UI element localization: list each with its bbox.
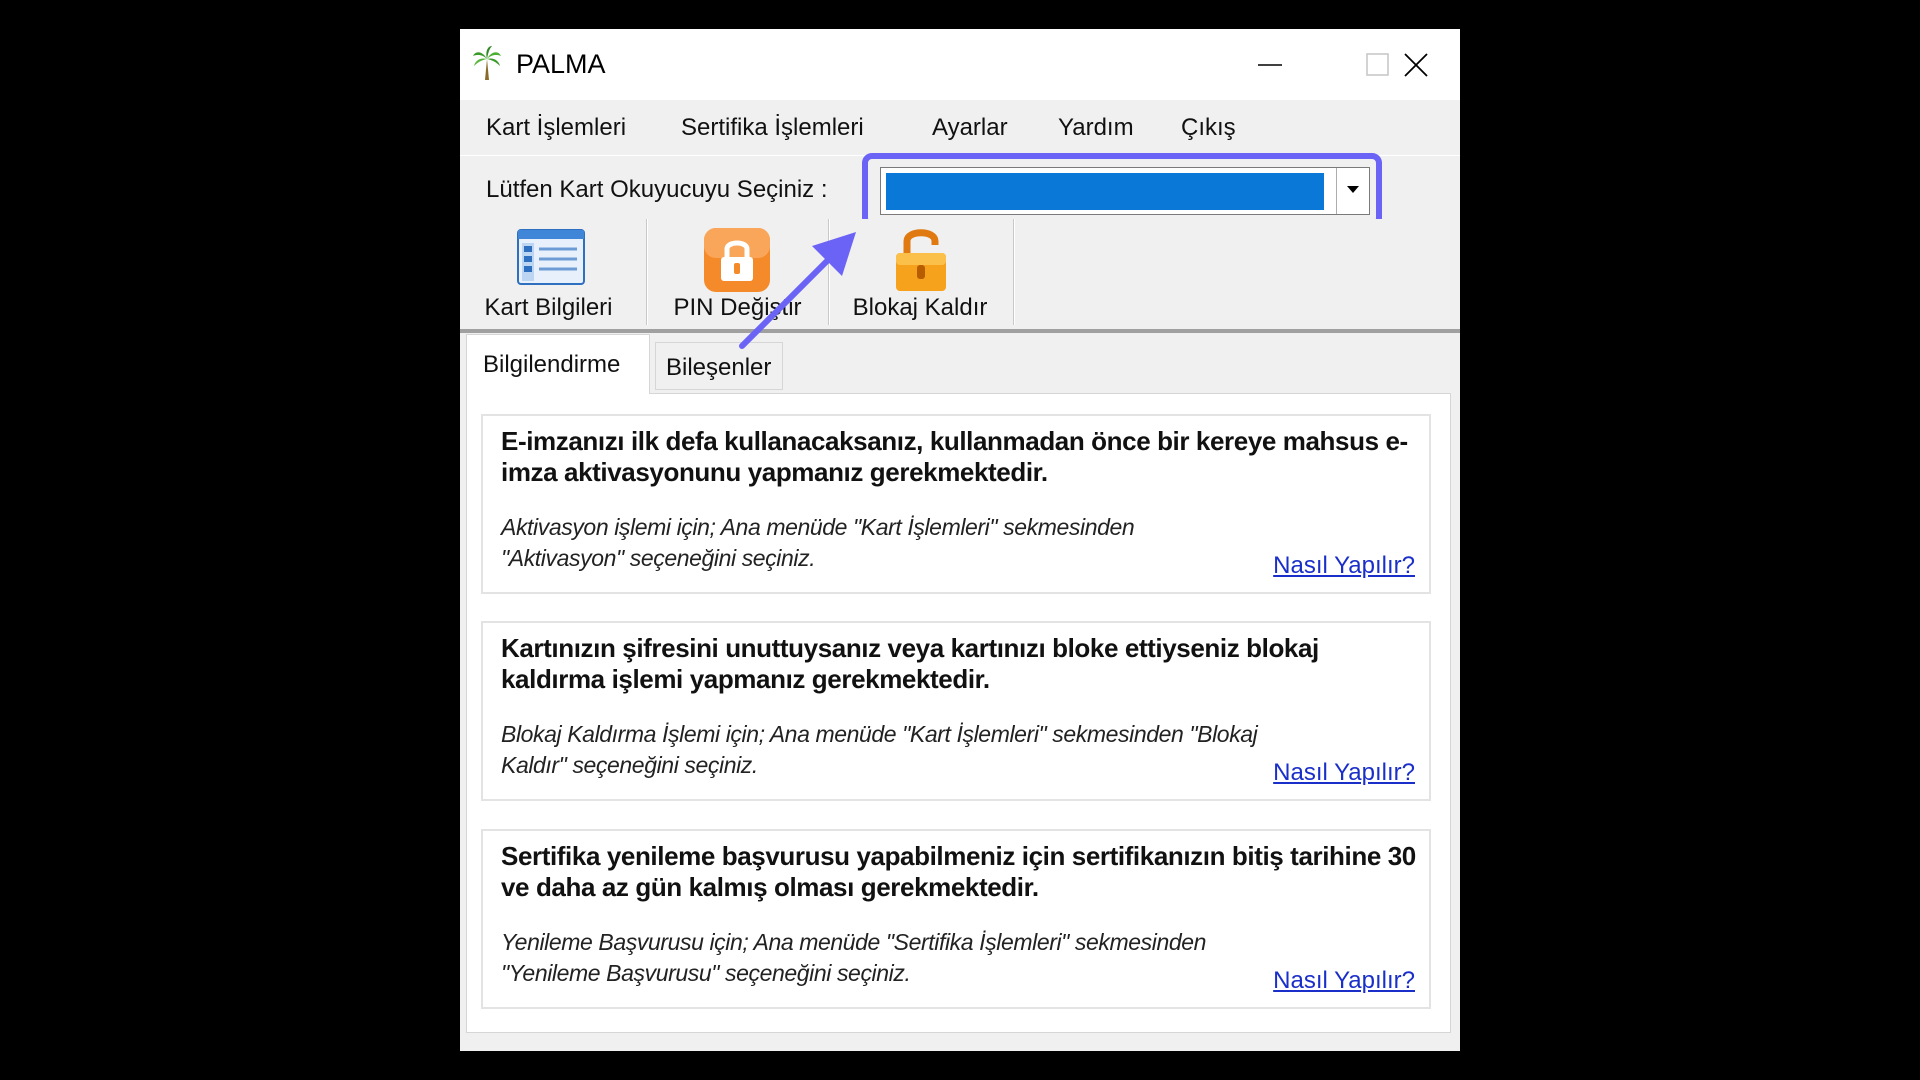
title-bar: PALMA <box>460 29 1460 100</box>
card-info-icon <box>517 229 585 285</box>
pin-degistir-button[interactable]: PIN Değiştir <box>665 219 810 329</box>
info-card-title: Sertifika yenileme başvurusu yapabilmeni… <box>501 841 1416 902</box>
toolbar-separator <box>828 219 830 325</box>
nasil-yapilir-link[interactable]: Nasıl Yapılır? <box>1273 967 1415 995</box>
toolbar-separator <box>646 219 648 325</box>
blokaj-kaldir-button[interactable]: Blokaj Kaldır <box>845 219 995 329</box>
close-icon <box>1404 53 1428 77</box>
minimize-button[interactable] <box>1230 29 1310 100</box>
menu-kart-islemleri[interactable]: Kart İşlemleri <box>486 114 626 142</box>
toolbar-divider <box>460 329 1460 333</box>
card-reader-label: Lütfen Kart Okuyucuyu Seçiniz : <box>486 176 828 203</box>
window-title: PALMA <box>516 49 606 79</box>
lock-closed-icon <box>704 228 770 292</box>
lock-open-icon <box>896 229 946 291</box>
info-card-description: Aktivasyon işlemi için; Ana menüde "Kart… <box>501 514 1135 571</box>
menu-cikis[interactable]: Çıkış <box>1181 114 1236 142</box>
info-card-description: Blokaj Kaldırma İşlemi için; Ana menüde … <box>501 721 1258 778</box>
menu-bar: Kart İşlemleri Sertifika İşlemleri Ayarl… <box>460 100 1460 155</box>
tab-bilgilendirme[interactable]: Bilgilendirme <box>466 334 650 394</box>
nasil-yapilir-link[interactable]: Nasıl Yapılır? <box>1273 759 1415 787</box>
info-card-unblock: Kartınızın şifresini unuttuysanız veya k… <box>481 621 1431 801</box>
kart-bilgileri-button[interactable]: Kart Bilgileri <box>476 219 621 329</box>
tab-bar: Bilgilendirme Bileşenler <box>460 334 1460 394</box>
kart-bilgileri-label: Kart Bilgileri <box>484 294 613 321</box>
blokaj-kaldir-label: Blokaj Kaldır <box>852 294 988 321</box>
menu-yardim[interactable]: Yardım <box>1058 114 1134 142</box>
menu-sertifika-islemleri[interactable]: Sertifika İşlemleri <box>681 114 864 142</box>
pin-degistir-label: PIN Değiştir <box>673 294 802 321</box>
tab-panel-bilgilendirme: E-imzanızı ilk defa kullanacaksanız, kul… <box>466 393 1451 1033</box>
info-card-activation: E-imzanızı ilk defa kullanacaksanız, kul… <box>481 414 1431 594</box>
close-button[interactable] <box>1376 29 1456 100</box>
tab-bilesenler[interactable]: Bileşenler <box>655 342 783 390</box>
highlight-annotation-box <box>862 153 1382 228</box>
info-card-renewal: Sertifika yenileme başvurusu yapabilmeni… <box>481 829 1431 1009</box>
info-card-description: Yenileme Başvurusu için; Ana menüde "Ser… <box>501 929 1207 986</box>
minimize-icon <box>1258 64 1282 66</box>
palma-window: PALMA Kart İşlemleri Sertifika İşlemleri… <box>460 29 1460 1051</box>
info-card-title: E-imzanızı ilk defa kullanacaksanız, kul… <box>501 426 1408 487</box>
toolbar-separator <box>1013 219 1015 325</box>
palm-tree-icon <box>473 46 501 80</box>
nasil-yapilir-link[interactable]: Nasıl Yapılır? <box>1273 552 1415 580</box>
info-card-title: Kartınızın şifresini unuttuysanız veya k… <box>501 633 1319 694</box>
menu-ayarlar[interactable]: Ayarlar <box>932 114 1008 142</box>
